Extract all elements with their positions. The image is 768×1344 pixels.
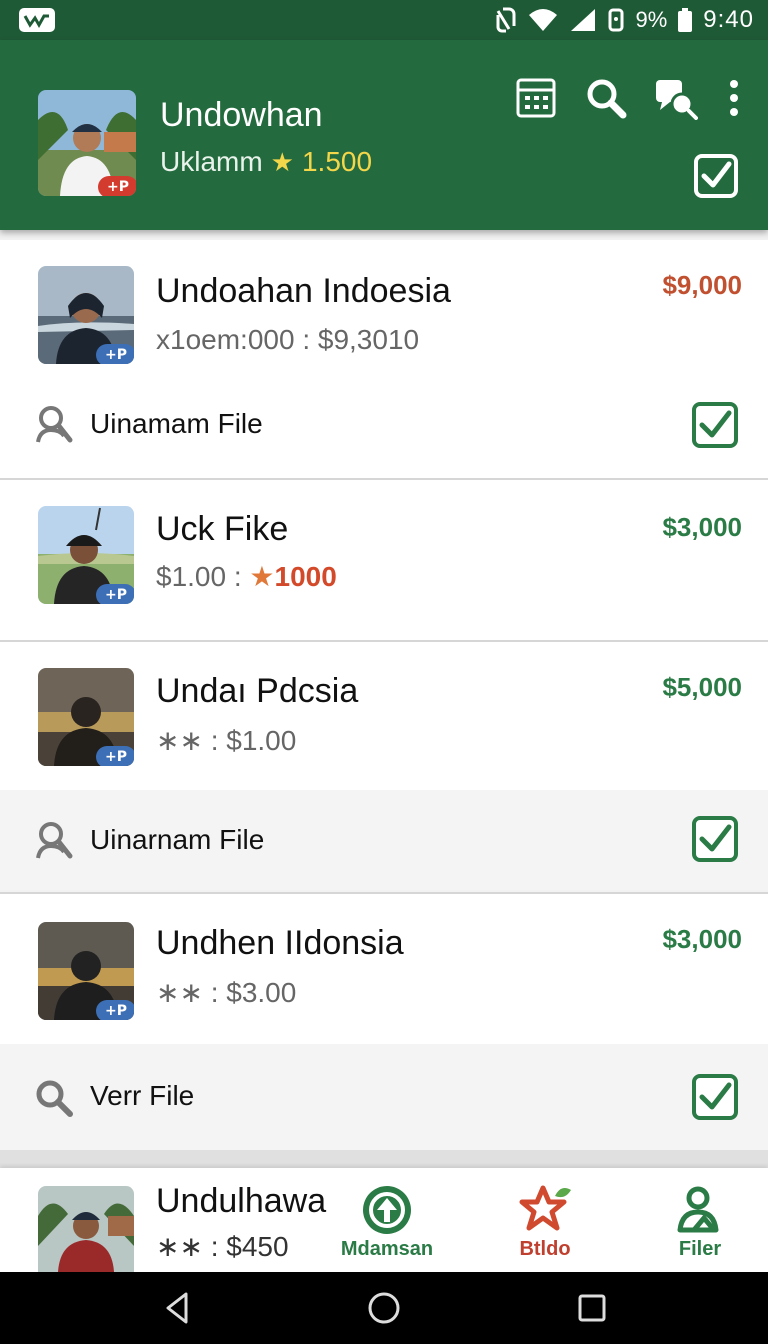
list-card: +P Uck Fike $1.00 : ★ 1000 $3,000 [0, 480, 768, 640]
list-item[interactable]: +P Undoahan Indoesia x1oem:000 : $9,3010… [0, 240, 768, 380]
file-label: Verr File [90, 1080, 195, 1111]
star-icon: ★ [270, 146, 294, 177]
item-subtitle-highlight: 1000 [274, 560, 337, 592]
item-title: Undoahan Indoesia [156, 272, 451, 310]
list-card: +P Undhen IIdonsia ∗∗ : $3.00 $3,000 [0, 894, 768, 1044]
item-subtitle: ∗∗ : $1.00 [156, 725, 297, 756]
nav-label: Mdamsan [340, 1238, 434, 1260]
app-notification-icon [19, 8, 55, 32]
item-avatar: +P [38, 668, 134, 766]
list-item[interactable]: +P Undhen IIdonsia ∗∗ : $3.00 $3,000 [0, 894, 768, 1044]
file-checkbox[interactable] [692, 816, 738, 862]
bottom-navigation: Undulhawa ∗∗ : $450 Mdamsan Btldo Filer [0, 1168, 768, 1272]
file-row[interactable]: Verr File [0, 1044, 768, 1150]
upload-circle-icon [363, 1186, 411, 1234]
item-subtitle: ∗∗ : $3.00 [156, 977, 297, 1008]
header-actions [514, 76, 744, 120]
file-label: Uinarnam File [90, 824, 265, 855]
star-leaf-icon [519, 1185, 571, 1231]
avatar-badge: +P [96, 1000, 134, 1020]
list-item[interactable]: +P Undaı Pdcsia ∗∗ : $1.00 $5,000 [0, 642, 768, 790]
people-icon [677, 1186, 719, 1233]
list-card: +P Undaı Pdcsia ∗∗ : $1.00 $5,000 [0, 642, 768, 790]
item-price: $9,000 [662, 270, 742, 300]
item-avatar[interactable] [38, 1186, 134, 1272]
home-icon[interactable] [366, 1290, 402, 1326]
item-avatar: +P [38, 506, 134, 604]
search-icon [34, 1078, 74, 1118]
header-title: Undowhan [160, 96, 323, 134]
status-bar: 9% 9:40 [0, 0, 768, 40]
battery-icon [678, 8, 693, 32]
file-row[interactable]: Uinamam File [0, 374, 768, 474]
header-rating: 1.500 [301, 146, 373, 177]
item-title: Undaı Pdcsia [156, 672, 359, 710]
file-checkbox[interactable] [692, 402, 738, 448]
nav-label: Filer [678, 1238, 722, 1260]
cell-signal-icon [571, 9, 596, 31]
app-header: +P Undowhan Uklamm ★ 1.500 [0, 40, 768, 230]
header-subtitle-text: Uklamm [160, 146, 263, 177]
search-icon[interactable] [584, 76, 628, 120]
item-price: $3,000 [662, 924, 742, 954]
vibrate-icon [608, 8, 624, 32]
item-subtitle: x1oem:000 : $9,3010 [156, 324, 420, 355]
avatar-badge: +P [96, 746, 134, 766]
header-subtitle: Uklamm ★ 1.500 [160, 146, 372, 178]
divider [0, 1150, 768, 1168]
item-subtitle: ∗∗ : $450 [156, 1231, 289, 1262]
person-search-icon [34, 820, 74, 860]
avatar-badge: +P [98, 176, 136, 196]
nav-item-mdamsan[interactable]: Mdamsan [340, 1184, 434, 1261]
more-vert-icon[interactable] [724, 76, 744, 120]
battery-percent: 9% [635, 7, 668, 32]
profile-avatar[interactable]: +P [38, 90, 136, 196]
list-card: +P Undoahan Indoesia x1oem:000 : $9,3010… [0, 240, 768, 478]
star-icon: ★ [249, 561, 275, 592]
back-icon[interactable] [160, 1290, 196, 1326]
item-subtitle-prefix: $1.00 : [156, 560, 250, 592]
nav-item-filer[interactable]: Filer [668, 1184, 732, 1261]
system-navigation-bar [0, 1272, 768, 1344]
item-price: $3,000 [662, 512, 742, 542]
item-title: Undhen IIdonsia [156, 924, 404, 962]
item-avatar: +P [38, 922, 134, 1020]
nav-item-btldo[interactable]: Btldo [508, 1184, 582, 1261]
avatar-badge: +P [96, 584, 134, 604]
list-item[interactable]: +P Uck Fike $1.00 : ★ 1000 $3,000 [0, 480, 768, 640]
nav-label: Btldo [519, 1238, 571, 1260]
chat-search-icon[interactable] [654, 76, 698, 120]
avatar-badge: +P [96, 344, 134, 364]
wifi-icon [529, 9, 558, 31]
status-time: 9:40 [703, 6, 754, 33]
recents-icon[interactable] [574, 1290, 610, 1326]
file-label: Uinamam File [90, 408, 263, 439]
item-avatar: +P [38, 266, 134, 364]
calculator-icon[interactable] [514, 76, 558, 120]
item-title: Undulhawa [156, 1182, 327, 1220]
file-checkbox[interactable] [692, 1074, 738, 1120]
person-search-icon [34, 404, 74, 444]
item-title: Uck Fike [156, 510, 289, 548]
nfc-icon [496, 7, 516, 33]
item-subtitle: $1.00 : ★ 1000 [156, 560, 337, 593]
item-price: $5,000 [662, 672, 742, 702]
header-checkbox[interactable] [694, 154, 738, 198]
file-row[interactable]: Uinarnam File [0, 790, 768, 890]
